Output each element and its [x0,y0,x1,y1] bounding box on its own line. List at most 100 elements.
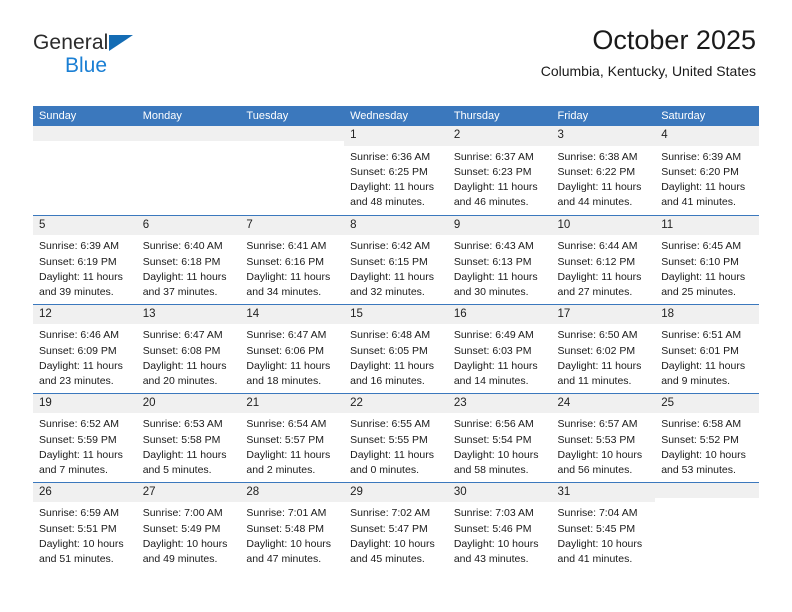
daylight-duration-line2: and 56 minutes. [557,463,633,476]
daylight-duration-line1: Daylight: 11 hours [350,448,434,461]
day-cell[interactable]: 10 Sunrise: 6:44 AM Sunset: 6:12 PM Dayligh… [551,214,656,304]
day-cell[interactable]: 1 Sunrise: 6:36 AM Sunset: 6:25 PM Daylight… [344,126,448,215]
sunset-time: Sunset: 6:25 PM [350,166,428,179]
daylight-duration-line1: Daylight: 10 hours [142,537,228,550]
weekday-header-wednesday: Wednesday [344,106,448,126]
day-number: 18 [655,304,759,325]
day-cell[interactable]: 7 Sunrise: 6:41 AM Sunset: 6:16 PM Daylight… [240,214,345,304]
day-cell[interactable]: 6 Sunrise: 6:40 AM Sunset: 6:18 PM Daylight… [136,214,241,304]
daylight-duration-line1: Daylight: 10 hours [557,448,643,461]
daylight-duration-line1: Daylight: 11 hours [39,270,123,283]
page-subtitle: Columbia, Kentucky, United States [540,62,756,79]
daylight-duration-line1: Daylight: 11 hours [246,270,331,283]
day-cell[interactable]: 4 Sunrise: 6:39 AM Sunset: 6:20 PM Daylight… [655,126,759,215]
day-cell[interactable]: 11 Sunrise: 6:45 AM Sunset: 6:10 PM Dayligh… [655,214,759,304]
title-block: October 2025 Columbia, Kentucky, United … [540,25,756,79]
weekday-header-saturday: Saturday [655,106,759,126]
day-cell[interactable]: 14 Sunrise: 6:47 AM Sunset: 6:06 PM Dayligh… [240,303,345,393]
sunset-time: Sunset: 5:46 PM [453,522,532,535]
day-number: 7 [240,215,345,236]
day-cell[interactable]: 28 Sunrise: 7:01 AM Sunset: 5:48 PM Dayligh… [240,481,345,571]
sunset-time: Sunset: 6:05 PM [350,344,428,357]
day-cell[interactable]: 19 Sunrise: 6:52 AM Sunset: 5:59 PM Dayligh… [33,392,137,482]
sunset-time: Sunset: 6:08 PM [142,344,221,357]
day-cell[interactable]: 21 Sunrise: 6:54 AM Sunset: 5:57 PM Dayligh… [240,392,345,482]
day-number: 6 [136,215,241,236]
day-number: 17 [551,304,656,325]
day-number: 30 [447,482,552,503]
sunrise-time: Sunrise: 7:01 AM [246,507,327,520]
sunset-time: Sunset: 6:22 PM [557,166,636,179]
day-cell[interactable]: 26 Sunrise: 6:59 AM Sunset: 5:51 PM Dayligh… [33,481,137,571]
day-cell[interactable]: 31 Sunrise: 7:04 AM Sunset: 5:45 PM Dayligh… [551,481,656,571]
sunrise-time: Sunrise: 6:50 AM [557,329,638,342]
day-cell[interactable]: 5 Sunrise: 6:39 AM Sunset: 6:19 PM Daylight… [33,214,137,304]
day-cell[interactable]: 30 Sunrise: 7:03 AM Sunset: 5:46 PM Dayligh… [447,481,552,571]
day-cell[interactable]: 20 Sunrise: 6:53 AM Sunset: 5:58 PM Dayligh… [136,392,241,482]
daylight-duration-line2: and 44 minutes. [557,196,633,209]
day-details: Sunrise: 6:52 AM Sunset: 5:59 PM Daylight:… [33,413,137,478]
general-blue-logo[interactable]: General Blue [33,32,133,77]
sunrise-time: Sunrise: 6:39 AM [39,240,119,253]
day-details: Sunrise: 6:53 AM Sunset: 5:58 PM Daylight:… [137,413,241,478]
daylight-duration-line2: and 43 minutes. [453,552,529,565]
day-cell[interactable]: 16 Sunrise: 6:49 AM Sunset: 6:03 PM Dayligh… [447,303,552,393]
daylight-duration-line2: and 49 minutes. [142,552,218,565]
sunset-time: Sunset: 5:58 PM [142,433,221,446]
daylight-duration-line2: and 34 minutes. [246,285,322,298]
day-number: 28 [240,482,345,503]
day-cell[interactable]: 12 Sunrise: 6:46 AM Sunset: 6:09 PM Dayligh… [33,303,137,393]
day-cell[interactable]: 3 Sunrise: 6:38 AM Sunset: 6:22 PM Daylight… [551,126,656,215]
sunrise-time: Sunrise: 6:58 AM [661,418,742,431]
sunset-time: Sunset: 6:13 PM [453,255,532,268]
daylight-duration-line2: and 20 minutes. [142,374,218,387]
daylight-duration-line2: and 32 minutes. [350,285,425,298]
day-cell[interactable]: 22 Sunrise: 6:55 AM Sunset: 5:55 PM Dayligh… [344,392,448,482]
day-cell[interactable]: 29 Sunrise: 7:02 AM Sunset: 5:47 PM Dayligh… [344,481,448,571]
daylight-duration-line2: and 51 minutes. [39,552,114,565]
daylight-duration-line1: Daylight: 11 hours [142,270,227,283]
sunrise-time: Sunrise: 6:46 AM [39,329,119,342]
sunrise-time: Sunrise: 6:55 AM [350,418,431,431]
day-number: 1 [344,126,448,146]
day-cell[interactable]: 8 Sunrise: 6:42 AM Sunset: 6:15 PM Daylight… [344,214,448,304]
day-details: Sunrise: 6:49 AM Sunset: 6:03 PM Daylight:… [448,324,552,389]
sunset-time: Sunset: 6:10 PM [661,255,739,268]
day-cell[interactable]: 27 Sunrise: 7:00 AM Sunset: 5:49 PM Dayligh… [136,481,241,571]
day-cell[interactable]: 17 Sunrise: 6:50 AM Sunset: 6:02 PM Dayligh… [551,303,656,393]
daylight-duration-line2: and 39 minutes. [39,285,114,298]
daylight-duration-line2: and 18 minutes. [246,374,322,387]
daylight-duration-line2: and 5 minutes. [142,463,212,476]
daylight-duration-line2: and 25 minutes. [661,285,736,298]
day-number: 3 [551,126,656,146]
day-cell[interactable]: 24 Sunrise: 6:57 AM Sunset: 5:53 PM Dayligh… [551,392,656,482]
logo-text-blue: Blue [65,54,108,77]
sunrise-time: Sunrise: 6:51 AM [661,329,742,342]
day-cell[interactable]: 25 Sunrise: 6:58 AM Sunset: 5:52 PM Dayligh… [655,392,759,482]
daylight-duration-line2: and 16 minutes. [350,374,425,387]
day-cell-empty [33,126,137,215]
sunrise-time: Sunrise: 7:04 AM [557,507,638,520]
day-cell-empty [240,126,345,215]
daylight-duration-line1: Daylight: 11 hours [350,359,434,372]
daylight-duration-line1: Daylight: 10 hours [39,537,124,550]
day-cell[interactable]: 13 Sunrise: 6:47 AM Sunset: 6:08 PM Dayligh… [136,303,241,393]
day-details: Sunrise: 6:44 AM Sunset: 6:12 PM Daylight:… [552,235,656,300]
daylight-duration-line1: Daylight: 11 hours [557,181,642,194]
day-number: 27 [136,482,241,503]
daylight-duration-line2: and 11 minutes. [557,374,632,387]
calendar-week-row: 5 Sunrise: 6:39 AM Sunset: 6:19 PM Daylight… [33,214,759,304]
daylight-duration-line1: Daylight: 11 hours [350,181,434,194]
daylight-duration-line2: and 58 minutes. [453,463,529,476]
day-cell[interactable]: 2 Sunrise: 6:37 AM Sunset: 6:23 PM Daylight… [447,126,552,215]
day-cell[interactable]: 15 Sunrise: 6:48 AM Sunset: 6:05 PM Dayligh… [344,303,448,393]
day-cell[interactable]: 18 Sunrise: 6:51 AM Sunset: 6:01 PM Dayligh… [655,303,759,393]
day-cell[interactable]: 23 Sunrise: 6:56 AM Sunset: 5:54 PM Dayligh… [447,392,552,482]
daylight-duration-line1: Daylight: 11 hours [661,181,746,194]
day-number [136,126,241,141]
page-header: General Blue October 2025 Columbia, Kent… [0,0,792,78]
day-cell[interactable]: 9 Sunrise: 6:43 AM Sunset: 6:13 PM Daylight… [447,214,552,304]
day-number [240,126,345,141]
day-number: 22 [344,393,448,414]
day-details: Sunrise: 6:40 AM Sunset: 6:18 PM Daylight:… [137,235,241,300]
